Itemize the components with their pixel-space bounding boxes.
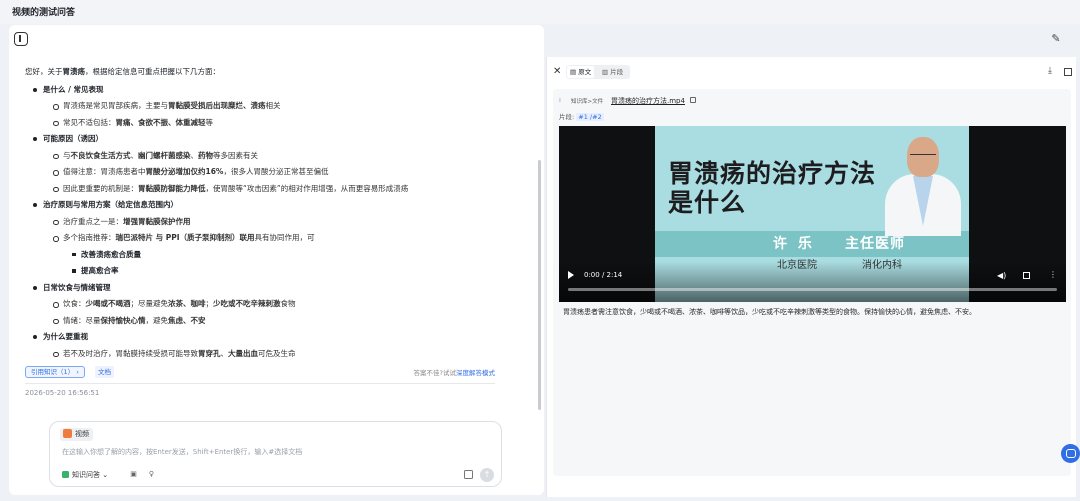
answer-sections: 是什么 / 常见表现 胃溃疡是常见胃部疾病，主要与胃黏膜受损后出现糜烂、溃疡相关常… [25,82,530,363]
copy-icon[interactable] [690,97,696,103]
answer-section-heading: 为什么要重视 [25,329,530,346]
answer-section-heading: 是什么 / 常见表现 [25,82,530,99]
message-timestamp: 2026-05-20 16:56:51 [25,389,100,397]
download-icon[interactable]: ⤓ [1048,66,1052,76]
answer-bullet: 值得注意：胃溃疡患者中胃酸分泌增加仅约16%，很多人胃酸分泌正常甚至偏低 [25,164,530,181]
assistant-float-button[interactable] [1061,444,1080,463]
doc-picker-icon[interactable]: ▣ [129,470,138,479]
answer-sub-bullet: 提高愈合率 [25,263,530,280]
doc-tag[interactable]: 文档 [95,366,114,378]
answer-bullet: 因此更重要的机制是：胃黏膜防御能力降低，使胃酸等“攻击因素”的相对作用增强，从而… [25,181,530,198]
answer-intro: 您好，关于胃溃疡，根据给定信息可重点把握以下几方面： [25,67,220,76]
chat-input-box[interactable]: 视频 在这输入你想了解的内容，按Enter发送，Shift+Enter换行，输入… [49,421,502,487]
video-player[interactable]: 胃溃疡的治疗方法是什么 许 乐 主任医师 北京医院 消化内科 0:00 / 2:… [559,126,1066,302]
doctor-figure [883,134,963,236]
answer-bullet: 情绪：尽量保持愉快心情，避免焦虑、不安 [25,313,530,330]
preview-tabs: ▤ 原文 ▥ 片段 [566,65,630,79]
source-badge-icon: ⁞ [559,97,561,104]
bulb-icon[interactable]: ♀ [147,470,156,479]
answer-section-heading: 日常饮食与情绪管理 [25,280,530,297]
answer-bullet: 与不良饮食生活方式、幽门螺杆菌感染、药物等多因素有关 [25,148,530,165]
clean-chat-icon[interactable]: ✎ [1049,32,1063,46]
deep-mode-hint: 答案不佳?试试深度解答模式 [413,369,495,377]
image-upload-icon[interactable] [464,470,473,479]
volume-icon[interactable]: ◀) [997,271,1006,280]
scrollbar[interactable] [538,160,541,410]
video-controls [559,261,1066,302]
answer-bullet: 常见不适包括：胃痛、食欲不振、体重减轻等 [25,115,530,132]
segment-value[interactable]: #1 /#2 [576,113,604,121]
more-options-icon[interactable]: ⋮ [1049,270,1057,279]
cite-knowledge-button[interactable]: 引用知识（1） › [25,366,85,378]
kb-mode-select[interactable]: 知识问答 ⌄ [62,470,108,480]
divider [25,383,495,384]
source-path: 知识库>文件 [571,99,604,105]
tab-original[interactable]: ▤ 原文 [567,66,595,78]
reference-row: 引用知识（1） › 文档 答案不佳?试试深度解答模式 [25,366,495,378]
video-skill-tag[interactable]: 视频 [60,428,93,441]
tab-segment[interactable]: ▥ 片段 [599,66,626,78]
answer-content: 您好，关于胃溃疡，根据给定信息可重点把握以下几方面： 是什么 / 常见表现 胃溃疡… [25,64,530,362]
answer-bullet: 饮食：少喝或不喝酒；尽量避免浓茶、咖啡；少吃或不吃辛辣刺激食物 [25,296,530,313]
answer-bullet: 治疗重点之一是：增强胃黏膜保护作用 [25,214,530,231]
chat-input-placeholder[interactable]: 在这输入你想了解的内容，按Enter发送，Shift+Enter换行，输入#选择… [62,447,302,457]
app-title: 视频的测试问答 [12,8,76,18]
kb-icon [62,471,69,478]
answer-sub-bullet: 改善溃疡愈合质量 [25,247,530,264]
title-bar: 视频的测试问答 [0,0,1080,24]
play-icon[interactable] [568,271,574,279]
close-icon[interactable]: ✕ [553,66,561,77]
send-button[interactable]: ↑ [480,468,494,482]
video-fullscreen-icon[interactable] [1023,272,1030,279]
deep-mode-link[interactable]: 深度解答模式 [456,369,495,377]
answer-bullet: 胃溃疡是常见胃部疾病，主要与胃黏膜受损后出现糜烂、溃疡相关 [25,98,530,115]
sidebar-toggle-icon[interactable] [14,32,28,46]
segment-row: 片段: #1 /#2 [559,113,604,121]
answer-section-heading: 治疗原则与常用方案（给定信息范围内） [25,197,530,214]
fullscreen-icon[interactable] [1064,68,1072,76]
file-name-link[interactable]: 胃溃疡的治疗方法.mp4 [611,96,685,106]
segment-transcript: 胃溃疡患者需注意饮食，少喝或不喝酒、浓茶、咖啡等饮品，少吃或不吃辛辣刺激等类型的… [563,308,976,316]
answer-bullet: 若不及时治疗，胃黏膜持续受损可能导致胃穿孔、大量出血可危及生命 [25,346,530,363]
video-title: 胃溃疡的治疗方法 是什么 [668,159,877,217]
doctor-role: 主任医师 [845,236,905,252]
video-skill-icon [63,428,72,438]
doctor-name: 许 乐 [773,236,815,252]
answer-section-heading: 可能原因（诱因） [25,131,530,148]
video-time: 0:00 / 2:14 [584,271,623,279]
video-progress-bar[interactable] [568,288,1057,291]
answer-bullet: 多个指南推荐：瑞巴派特片 与 PPI（质子泵抑制剂）联用具有协同作用，可 [25,230,530,247]
